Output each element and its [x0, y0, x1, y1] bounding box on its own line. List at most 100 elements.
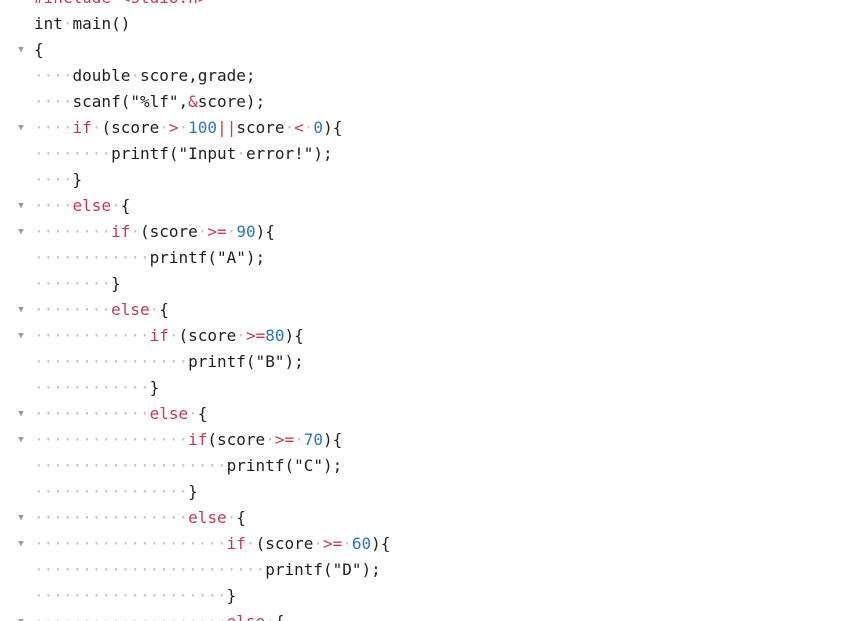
- code-line[interactable]: ····}: [0, 167, 842, 193]
- code-line[interactable]: int·main(): [0, 11, 842, 37]
- code-line-content: ····else·{: [34, 193, 130, 219]
- code-token: }: [188, 482, 198, 501]
- code-token: main(): [72, 14, 131, 33]
- fold-chevron-down-icon[interactable]: ▼: [15, 297, 27, 323]
- code-line[interactable]: ························printf("D");: [0, 557, 842, 583]
- code-line[interactable]: ▼{: [0, 37, 842, 63]
- whitespace-marker: ·: [313, 534, 323, 553]
- code-line[interactable]: ············}: [0, 375, 842, 401]
- whitespace-marker: ·: [265, 612, 275, 621]
- code-token: {: [275, 612, 285, 621]
- code-token: {: [34, 40, 44, 59]
- code-line[interactable]: ····················printf("C");: [0, 453, 842, 479]
- code-line[interactable]: ▼ ····else·{: [0, 193, 842, 219]
- whitespace-marker: ·: [303, 118, 314, 137]
- code-line[interactable]: ············printf("A");: [0, 245, 842, 271]
- code-line[interactable]: ▼ ····················else·{: [0, 609, 842, 621]
- code-line-content: int·main(): [34, 11, 130, 37]
- fold-chevron-down-icon[interactable]: ▼: [15, 115, 27, 141]
- code-line[interactable]: ▼ ············else·{: [0, 401, 842, 427]
- code-line-content: ············}: [34, 375, 159, 401]
- code-line-content: ················printf("B");: [34, 349, 304, 375]
- code-token: printf("Input: [111, 144, 237, 163]
- whitespace-marker: ·: [226, 222, 237, 241]
- code-line-content: ················if(score·>=·70){: [34, 427, 342, 453]
- code-line[interactable]: ▼ ················if(score·>=·70){: [0, 427, 842, 453]
- fold-chevron-down-icon[interactable]: ▼: [15, 37, 27, 63]
- fold-chevron-down-icon[interactable]: ▼: [15, 609, 27, 621]
- fold-chevron-down-icon[interactable]: ▼: [15, 401, 27, 427]
- code-token: if: [149, 326, 169, 345]
- whitespace-marker: ····: [34, 196, 73, 215]
- whitespace-marker: ················: [34, 352, 189, 371]
- code-token: 80: [265, 326, 285, 345]
- whitespace-marker: ·: [284, 118, 295, 137]
- code-line[interactable]: ▼ ····if·(score·>·100||score·<·0){: [0, 115, 842, 141]
- code-line[interactable]: ················}: [0, 479, 842, 505]
- code-token: (score: [255, 534, 314, 553]
- code-token: (score: [207, 430, 266, 449]
- whitespace-marker: ·: [342, 534, 352, 553]
- code-line[interactable]: ········printf("Input·error!");: [0, 141, 842, 167]
- code-line-content: ········printf("Input·error!");: [34, 141, 333, 167]
- code-token: ){: [371, 534, 391, 553]
- code-token: }: [149, 378, 160, 397]
- whitespace-marker: ·: [91, 118, 102, 137]
- code-line-content: ········}: [34, 271, 121, 297]
- code-token: printf("A");: [149, 248, 266, 267]
- code-line-content: ················}: [34, 479, 198, 505]
- code-line[interactable]: ····················}: [0, 583, 842, 609]
- code-token: if: [226, 534, 246, 553]
- code-token: {: [159, 300, 169, 319]
- code-line[interactable]: ▼ ····················if·(score·>=·60){: [0, 531, 842, 557]
- code-token: int: [34, 14, 63, 33]
- code-line[interactable]: ················printf("B");: [0, 349, 842, 375]
- code-token: #include: [34, 0, 111, 7]
- whitespace-marker: ············: [34, 404, 150, 423]
- whitespace-marker: ·: [265, 430, 275, 449]
- fold-chevron-down-icon[interactable]: ▼: [15, 505, 27, 531]
- code-token: score: [236, 118, 285, 137]
- fold-chevron-down-icon[interactable]: ▼: [15, 531, 27, 557]
- whitespace-marker: ········: [34, 222, 112, 241]
- code-line-content: {: [34, 37, 44, 63]
- fold-chevron-down-icon[interactable]: ▼: [15, 0, 27, 11]
- whitespace-marker: ················: [34, 430, 189, 449]
- code-line[interactable]: ····scanf("%lf",&score);: [0, 89, 842, 115]
- code-line-content: ····················if·(score·>=·60){: [34, 531, 390, 557]
- code-lines: ▼#include·<stdio.h>int·main()▼{····doubl…: [0, 0, 842, 621]
- whitespace-marker: ·: [197, 222, 208, 241]
- code-line-content: #include·<stdio.h>: [34, 0, 207, 11]
- whitespace-marker: ·: [130, 66, 140, 85]
- code-token: }: [226, 586, 237, 605]
- code-token: 60: [351, 534, 372, 553]
- code-line[interactable]: ▼ #include·<stdio.h>: [0, 0, 842, 11]
- code-editor[interactable]: ▼#include·<stdio.h>int·main()▼{····doubl…: [0, 0, 842, 621]
- code-token: printf("D");: [265, 560, 381, 579]
- code-line-content: ····················}: [34, 583, 236, 609]
- fold-chevron-down-icon[interactable]: ▼: [15, 193, 27, 219]
- code-line[interactable]: ▼ ················else·{: [0, 505, 842, 531]
- code-token: 70: [303, 430, 323, 449]
- whitespace-marker: ····: [34, 170, 73, 189]
- fold-chevron-down-icon[interactable]: ▼: [15, 323, 27, 349]
- code-token: printf("B");: [188, 352, 304, 371]
- whitespace-marker: ·: [188, 404, 198, 423]
- fold-chevron-down-icon[interactable]: ▼: [15, 427, 27, 453]
- code-token: {: [197, 404, 208, 423]
- code-token: ){: [255, 222, 275, 241]
- whitespace-marker: ············: [34, 248, 150, 267]
- code-line[interactable]: ▼ ············if·(score·>=80){: [0, 323, 842, 349]
- code-line[interactable]: ▼ ········else·{: [0, 297, 842, 323]
- code-line[interactable]: ········}: [0, 271, 842, 297]
- code-line[interactable]: ▼ ········if·(score·>=·90){: [0, 219, 842, 245]
- code-token: {: [120, 196, 131, 215]
- code-line-content: ····················else·{: [34, 609, 284, 621]
- code-line-content: ············else·{: [34, 401, 207, 427]
- code-token: >: [168, 118, 179, 137]
- code-line[interactable]: ····double·score,grade;: [0, 63, 842, 89]
- code-token: 100: [188, 118, 218, 137]
- code-line-content: ····scanf("%lf",&score);: [34, 89, 265, 115]
- code-token: >=: [323, 534, 343, 553]
- fold-chevron-down-icon[interactable]: ▼: [15, 219, 27, 245]
